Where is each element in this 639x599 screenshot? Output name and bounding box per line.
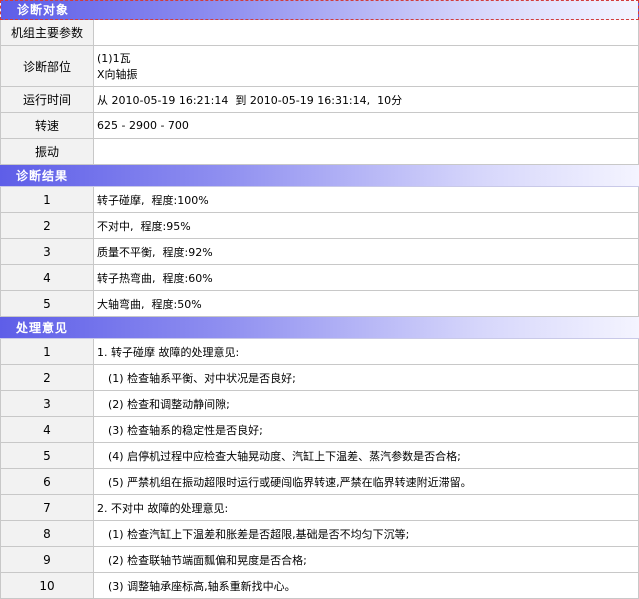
row-value: (1)1瓦 X向轴振 (93, 45, 639, 87)
row-index: 6 (0, 468, 94, 495)
opinion-text-content: (2) 检查和调整动静间隙; (108, 397, 230, 411)
table-row: 振动 (0, 138, 639, 165)
result-text: 转子热弯曲, 程度:60% (93, 264, 639, 291)
table-row: 3 (2) 检查和调整动静间隙; (0, 390, 639, 417)
row-index: 1 (0, 339, 94, 365)
table-row: 2 不对中, 程度:95% (0, 212, 639, 239)
diagnosis-part-line1: (1)1瓦 (97, 52, 131, 65)
opinion-text-content: 1. 转子碰摩 故障的处理意见: (97, 345, 240, 359)
row-value: 625 - 2900 - 700 (93, 112, 639, 139)
row-index: 4 (0, 416, 94, 443)
results-table: 1 转子碰摩, 程度:100% 2 不对中, 程度:95% 3 质量不平衡, 程… (0, 187, 639, 317)
diagnosis-part-line2: X向轴振 (97, 68, 138, 81)
table-row: 2 (1) 检查轴系平衡、对中状况是否良好; (0, 364, 639, 391)
opinion-text: (4) 启停机过程中应检查大轴晃动度、汽缸上下温差、蒸汽参数是否合格; (93, 442, 639, 469)
section-header-results: 诊断结果 (0, 165, 639, 187)
diagnosis-report: 诊断对象 机组主要参数 诊断部位 (1)1瓦 X向轴振 运行时间 从 2010-… (0, 0, 639, 599)
table-row: 7 2. 不对中 故障的处理意见: (0, 494, 639, 521)
row-label: 机组主要参数 (0, 20, 94, 46)
row-label: 诊断部位 (0, 45, 94, 87)
row-index: 5 (0, 442, 94, 469)
row-label: 运行时间 (0, 86, 94, 113)
section-header-object: 诊断对象 (0, 0, 639, 20)
row-label: 转速 (0, 112, 94, 139)
opinion-text: 2. 不对中 故障的处理意见: (93, 494, 639, 521)
row-value (93, 20, 639, 46)
row-index: 2 (0, 212, 94, 239)
row-value: 从 2010-05-19 16:21:14 到 2010-05-19 16:31… (93, 86, 639, 113)
row-index: 7 (0, 494, 94, 521)
opinion-text: (2) 检查和调整动静间隙; (93, 390, 639, 417)
object-table: 机组主要参数 诊断部位 (1)1瓦 X向轴振 运行时间 从 2010-05-19… (0, 20, 639, 165)
table-row: 4 转子热弯曲, 程度:60% (0, 264, 639, 291)
opinion-text-content: (4) 启停机过程中应检查大轴晃动度、汽缸上下温差、蒸汽参数是否合格; (108, 449, 461, 463)
section-header-opinions: 处理意见 (0, 317, 639, 339)
opinion-text: (5) 严禁机组在振动超限时运行或硬闯临界转速,严禁在临界转速附近滞留。 (93, 468, 639, 495)
row-index: 1 (0, 187, 94, 213)
opinion-text: (3) 调整轴承座标高,轴系重新找中心。 (93, 572, 639, 599)
table-row: 1 1. 转子碰摩 故障的处理意见: (0, 339, 639, 365)
result-text: 大轴弯曲, 程度:50% (93, 290, 639, 317)
table-row: 机组主要参数 (0, 20, 639, 46)
table-row: 3 质量不平衡, 程度:92% (0, 238, 639, 265)
opinion-text-content: (3) 检查轴系的稳定性是否良好; (108, 423, 263, 437)
row-index: 2 (0, 364, 94, 391)
opinion-text: 1. 转子碰摩 故障的处理意见: (93, 339, 639, 365)
table-row: 运行时间 从 2010-05-19 16:21:14 到 2010-05-19 … (0, 86, 639, 113)
table-row: 1 转子碰摩, 程度:100% (0, 187, 639, 213)
table-row: 10 (3) 调整轴承座标高,轴系重新找中心。 (0, 572, 639, 599)
table-row: 5 大轴弯曲, 程度:50% (0, 290, 639, 317)
result-text: 质量不平衡, 程度:92% (93, 238, 639, 265)
result-text: 转子碰摩, 程度:100% (93, 187, 639, 213)
opinion-text-content: (2) 检查联轴节端面瓢偏和晃度是否合格; (108, 553, 307, 567)
row-index: 3 (0, 390, 94, 417)
row-index: 4 (0, 264, 94, 291)
opinion-text-content: (5) 严禁机组在振动超限时运行或硬闯临界转速,严禁在临界转速附近滞留。 (108, 475, 472, 489)
table-row: 诊断部位 (1)1瓦 X向轴振 (0, 45, 639, 87)
table-row: 9 (2) 检查联轴节端面瓢偏和晃度是否合格; (0, 546, 639, 573)
table-row: 转速 625 - 2900 - 700 (0, 112, 639, 139)
opinion-text-content: (1) 检查汽缸上下温差和胀差是否超限,基础是否不均匀下沉等; (108, 527, 410, 541)
opinion-text: (1) 检查汽缸上下温差和胀差是否超限,基础是否不均匀下沉等; (93, 520, 639, 547)
opinions-table: 1 1. 转子碰摩 故障的处理意见: 2 (1) 检查轴系平衡、对中状况是否良好… (0, 339, 639, 599)
table-row: 6 (5) 严禁机组在振动超限时运行或硬闯临界转速,严禁在临界转速附近滞留。 (0, 468, 639, 495)
row-index: 8 (0, 520, 94, 547)
opinion-text-content: (1) 检查轴系平衡、对中状况是否良好; (108, 371, 296, 385)
row-label: 振动 (0, 138, 94, 165)
opinion-text: (3) 检查轴系的稳定性是否良好; (93, 416, 639, 443)
row-index: 5 (0, 290, 94, 317)
table-row: 8 (1) 检查汽缸上下温差和胀差是否超限,基础是否不均匀下沉等; (0, 520, 639, 547)
opinion-text: (1) 检查轴系平衡、对中状况是否良好; (93, 364, 639, 391)
row-index: 9 (0, 546, 94, 573)
row-index: 3 (0, 238, 94, 265)
result-text: 不对中, 程度:95% (93, 212, 639, 239)
row-value (93, 138, 639, 165)
row-index: 10 (0, 572, 94, 599)
opinion-text: (2) 检查联轴节端面瓢偏和晃度是否合格; (93, 546, 639, 573)
opinion-text-content: 2. 不对中 故障的处理意见: (97, 501, 229, 515)
table-row: 5 (4) 启停机过程中应检查大轴晃动度、汽缸上下温差、蒸汽参数是否合格; (0, 442, 639, 469)
opinion-text-content: (3) 调整轴承座标高,轴系重新找中心。 (108, 579, 296, 593)
table-row: 4 (3) 检查轴系的稳定性是否良好; (0, 416, 639, 443)
